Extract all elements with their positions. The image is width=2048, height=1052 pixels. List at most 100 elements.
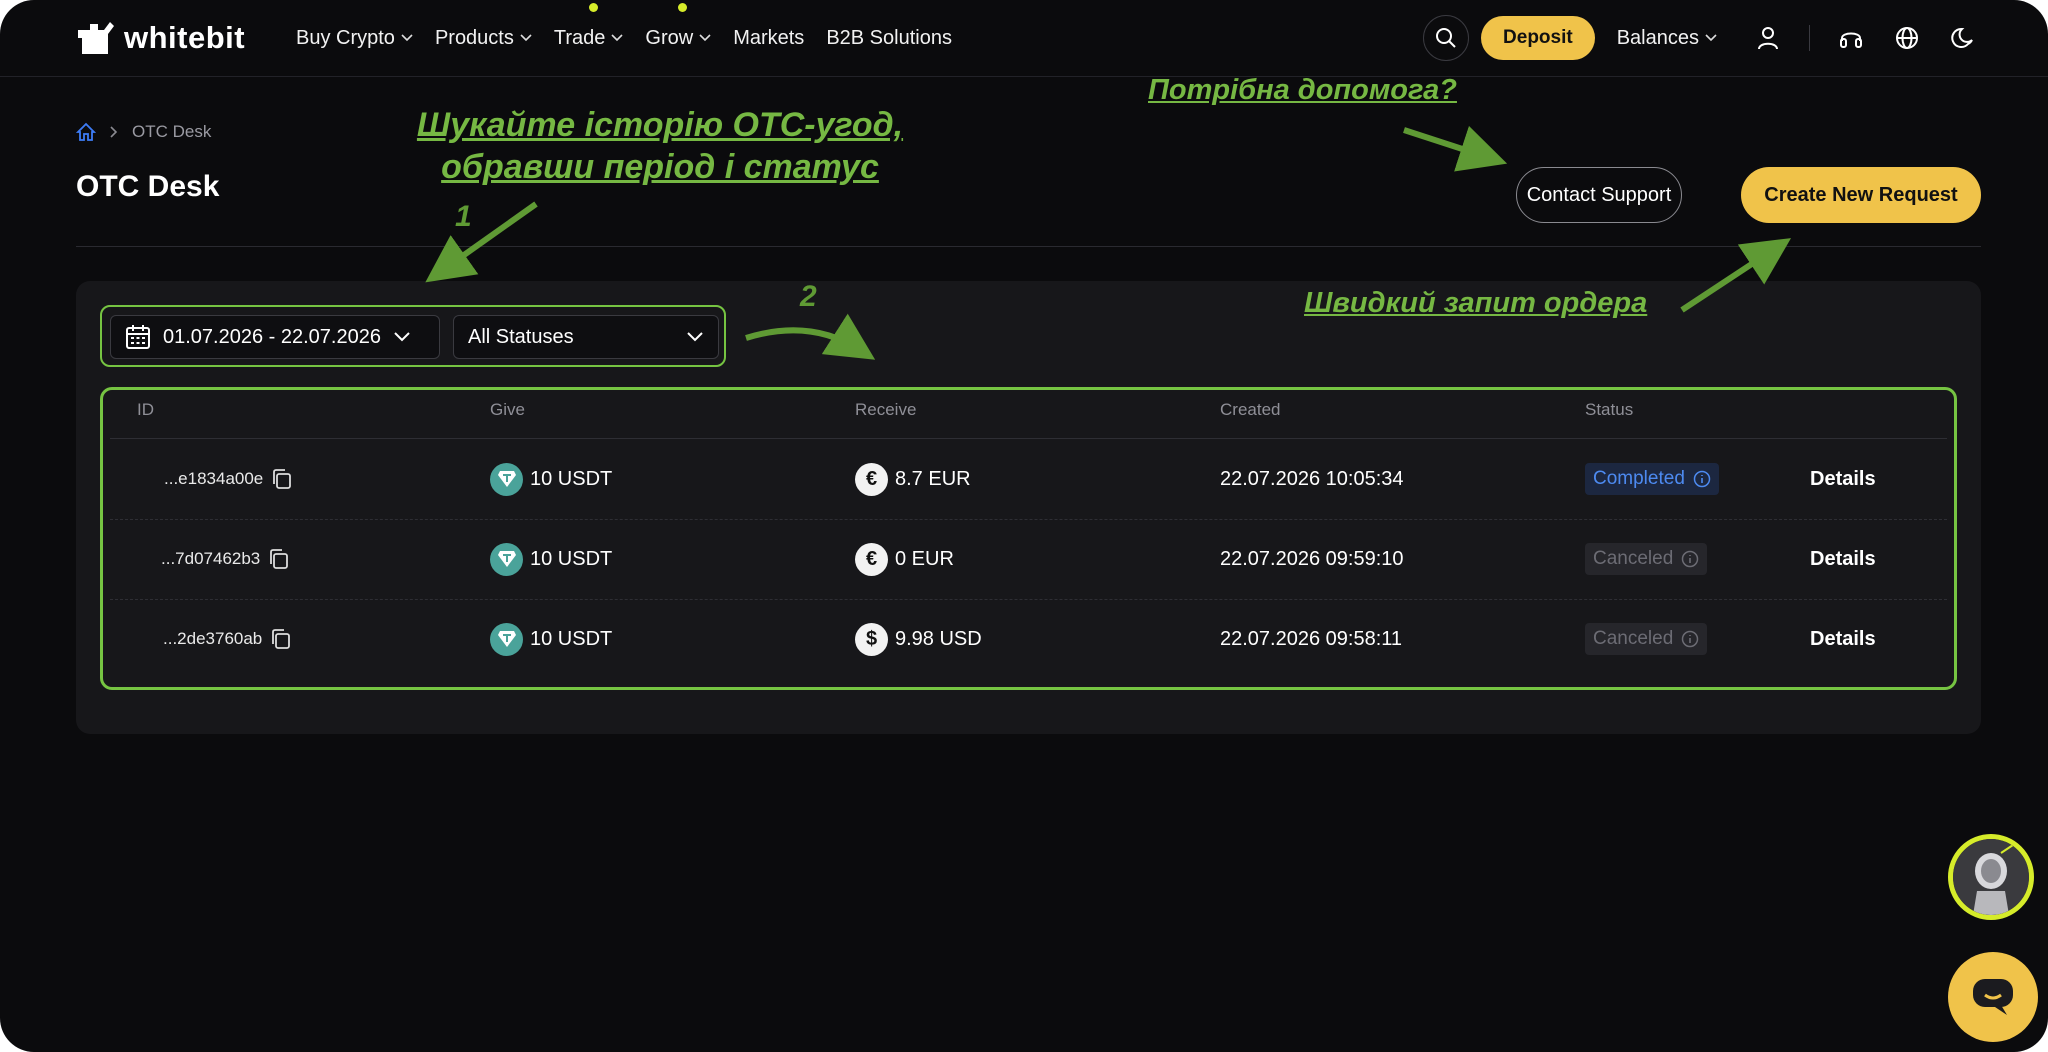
order-id-cell: ...e1834a00e bbox=[164, 439, 293, 519]
balances-label: Balances bbox=[1616, 26, 1699, 49]
created-cell: 22.07.2026 09:59:10 bbox=[1220, 547, 1404, 570]
euro-icon: € bbox=[855, 462, 888, 496]
info-icon[interactable] bbox=[1681, 630, 1699, 648]
give-amount: 10 USDT bbox=[530, 547, 613, 570]
chat-button[interactable] bbox=[1948, 952, 2038, 1042]
table-row: ...2de3760ab 10 USDT $ 9.98 USD 22.07.20… bbox=[110, 599, 1947, 679]
column-header-give: Give bbox=[490, 400, 525, 419]
created-cell: 22.07.2026 09:58:11 bbox=[1220, 627, 1403, 650]
moon-icon bbox=[1951, 27, 1973, 48]
nav-label: Trade bbox=[553, 26, 606, 49]
profile-button[interactable] bbox=[1753, 23, 1783, 53]
theme-toggle[interactable] bbox=[1948, 23, 1978, 53]
table-row: ...e1834a00e 10 USDT € 8.7 EUR 22.07.202… bbox=[110, 439, 1947, 519]
chevron-down-icon bbox=[1705, 34, 1717, 42]
logo[interactable]: whitebit bbox=[76, 20, 245, 56]
receive-cell: € 8.7 EUR bbox=[855, 439, 971, 519]
chat-icon bbox=[1973, 979, 2013, 1015]
receive-amount: 8.7 EUR bbox=[895, 467, 971, 490]
give-amount: 10 USDT bbox=[530, 627, 613, 650]
nav-products[interactable]: Products bbox=[435, 27, 532, 50]
status-text: Canceled bbox=[1593, 628, 1674, 649]
status-badge: Canceled bbox=[1585, 543, 1708, 575]
nav-label: Buy Crypto bbox=[296, 26, 395, 49]
give-cell: 10 USDT bbox=[490, 599, 612, 679]
usdt-icon bbox=[490, 622, 523, 656]
main-nav: Buy Crypto Products Trade Grow Markets B… bbox=[296, 0, 974, 76]
nav-label: Grow bbox=[645, 26, 694, 49]
dollar-icon: $ bbox=[855, 622, 888, 656]
column-header-status: Status bbox=[1585, 400, 1634, 419]
column-header-receive: Receive bbox=[855, 400, 917, 419]
whitebit-logo-icon bbox=[78, 22, 114, 54]
status-text: Completed bbox=[1593, 468, 1685, 489]
order-id: ...e1834a00e bbox=[164, 469, 264, 488]
balances-menu[interactable]: Balances bbox=[1617, 27, 1717, 50]
page-title: OTC Desk bbox=[76, 170, 220, 203]
annotation-history: Шукайте історію ОТС-угод, обравши період… bbox=[380, 104, 940, 188]
nav-trade[interactable]: Trade bbox=[553, 2, 624, 50]
top-navbar: whitebit Buy Crypto Products Trade Grow bbox=[0, 0, 2048, 77]
chevron-right-icon bbox=[110, 126, 118, 138]
order-id: ...7d07462b3 bbox=[161, 549, 261, 568]
calendar-icon bbox=[126, 325, 150, 349]
copy-icon[interactable] bbox=[268, 548, 290, 570]
copy-icon[interactable] bbox=[270, 628, 292, 650]
language-button[interactable] bbox=[1892, 23, 1922, 53]
info-icon[interactable] bbox=[1693, 470, 1711, 488]
status-badge: Canceled bbox=[1585, 623, 1708, 655]
status-badge: Completed bbox=[1585, 463, 1719, 495]
status-select[interactable]: All Statuses bbox=[453, 315, 719, 359]
nav-grow[interactable]: Grow bbox=[645, 2, 711, 50]
divider bbox=[76, 246, 1981, 247]
annotation-history-line1: Шукайте історію ОТС-угод, bbox=[416, 106, 904, 144]
copy-icon[interactable] bbox=[271, 468, 293, 490]
nav-label: Markets bbox=[733, 26, 805, 49]
breadcrumb: OTC Desk bbox=[76, 122, 211, 142]
assistant-avatar-button[interactable] bbox=[1948, 834, 2034, 920]
column-header-id: ID bbox=[137, 400, 154, 419]
chevron-down-icon bbox=[401, 34, 413, 42]
support-button[interactable] bbox=[1836, 23, 1866, 53]
status-select-value: All Statuses bbox=[468, 325, 574, 348]
nav-buy-crypto[interactable]: Buy Crypto bbox=[296, 27, 413, 50]
nav-markets[interactable]: Markets bbox=[733, 27, 804, 50]
give-amount: 10 USDT bbox=[530, 467, 613, 490]
details-link[interactable]: Details bbox=[1810, 519, 1876, 599]
home-icon[interactable] bbox=[76, 122, 96, 142]
breadcrumb-current: OTC Desk bbox=[132, 122, 212, 141]
give-cell: 10 USDT bbox=[490, 519, 612, 599]
usdt-icon bbox=[490, 542, 523, 576]
give-cell: 10 USDT bbox=[490, 439, 612, 519]
annotation-quick-order: Швидкий запит ордера bbox=[1304, 287, 1648, 319]
nav-actions: Deposit Balances bbox=[1423, 0, 1978, 76]
annotation-history-line2: обравши період і статус bbox=[441, 148, 879, 186]
chevron-down-icon bbox=[394, 332, 410, 342]
search-button[interactable] bbox=[1423, 15, 1470, 61]
globe-icon bbox=[1896, 27, 1918, 49]
status-text: Canceled bbox=[1593, 548, 1674, 569]
annotation-step-1: 1 bbox=[455, 200, 472, 233]
app-window: whitebit Buy Crypto Products Trade Grow bbox=[0, 0, 2048, 1052]
search-icon bbox=[1436, 28, 1456, 48]
logo-text: whitebit bbox=[124, 20, 246, 55]
date-range-picker[interactable]: 01.07.2026 - 22.07.2026 bbox=[110, 315, 440, 359]
details-link[interactable]: Details bbox=[1810, 599, 1876, 679]
deposit-button[interactable]: Deposit bbox=[1481, 16, 1595, 60]
user-icon bbox=[1758, 27, 1778, 50]
chevron-down-icon bbox=[699, 34, 711, 42]
create-new-request-button[interactable]: Create New Request bbox=[1741, 167, 1981, 223]
column-header-created: Created bbox=[1220, 400, 1281, 419]
contact-support-button[interactable]: Contact Support bbox=[1516, 167, 1682, 223]
nav-b2b-solutions[interactable]: B2B Solutions bbox=[826, 27, 952, 50]
headset-icon bbox=[1840, 32, 1862, 48]
info-icon[interactable] bbox=[1681, 550, 1699, 568]
robot-avatar-icon bbox=[1953, 839, 2029, 915]
new-indicator-dot bbox=[588, 2, 598, 12]
created-cell: 22.07.2026 10:05:34 bbox=[1220, 467, 1404, 490]
status-cell: Completed bbox=[1585, 439, 1719, 519]
details-link[interactable]: Details bbox=[1810, 439, 1876, 519]
receive-amount: 0 EUR bbox=[895, 547, 954, 570]
receive-cell: $ 9.98 USD bbox=[855, 599, 982, 679]
euro-icon: € bbox=[855, 542, 888, 576]
